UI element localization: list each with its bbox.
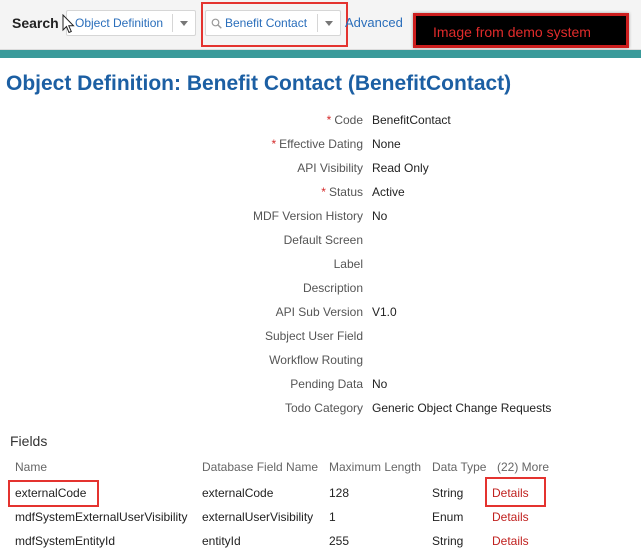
object-properties: * Code BenefitContact * Effective Dating None… xyxy=(0,108,641,420)
property-label-text: API Visibility xyxy=(297,161,363,175)
table-row: mdfSystemEntityId entityId 255 String Detail… xyxy=(0,530,641,554)
property-label: MDF Version History xyxy=(253,209,363,223)
field-name-cell: mdfSystemEntityId xyxy=(15,534,116,548)
property-value: No xyxy=(372,377,388,391)
property-row: MDF Version History No xyxy=(0,204,641,228)
property-label: * Code xyxy=(327,113,363,127)
property-label: Label xyxy=(334,257,363,271)
property-row: Description xyxy=(0,276,641,300)
max-length-cell: 128 xyxy=(329,486,350,500)
property-label: Default Screen xyxy=(284,233,363,247)
details-link[interactable]: Details xyxy=(492,510,529,524)
property-label: Subject User Field xyxy=(265,329,363,343)
object-type-select-value: Object Definition xyxy=(75,16,164,30)
property-value: No xyxy=(372,209,388,223)
max-length-cell: 255 xyxy=(329,534,350,548)
more-fields-link[interactable]: (22) More xyxy=(497,460,549,474)
property-value: BenefitContact xyxy=(372,113,451,127)
data-type-cell: Enum xyxy=(432,510,464,524)
advanced-search-link[interactable]: Advanced xyxy=(345,15,403,30)
max-length-cell: 1 xyxy=(329,510,336,524)
chevron-down-icon[interactable] xyxy=(180,21,188,26)
db-field-name-cell: externalCode xyxy=(202,486,274,500)
property-label-text: Code xyxy=(334,113,363,127)
property-label-text: Effective Dating xyxy=(279,137,363,151)
mouse-cursor-icon xyxy=(62,14,75,34)
column-header-name: Name xyxy=(15,460,48,474)
property-label: * Effective Dating xyxy=(272,137,364,151)
details-link[interactable]: Details xyxy=(492,534,529,548)
property-label-text: Pending Data xyxy=(290,377,363,391)
property-row: * Code BenefitContact xyxy=(0,108,641,132)
required-asterisk: * xyxy=(271,137,277,151)
property-row: Pending Data No xyxy=(0,372,641,396)
required-asterisk: * xyxy=(326,113,332,127)
property-label: Pending Data xyxy=(290,377,363,391)
property-label-text: API Sub Version xyxy=(275,305,363,319)
column-header-data-type: Data Type xyxy=(432,460,487,474)
property-value: None xyxy=(372,137,401,151)
data-type-cell: String xyxy=(432,534,464,548)
property-row: API Visibility Read Only xyxy=(0,156,641,180)
data-type-cell: String xyxy=(432,486,464,500)
column-header-maximum-length: Maximum Length xyxy=(329,460,422,474)
property-label-text: Todo Category xyxy=(284,401,363,415)
accent-bar xyxy=(0,50,641,58)
demo-system-banner: Image from demo system xyxy=(413,13,629,48)
page-title: Object Definition: Benefit Contact (Bene… xyxy=(6,72,512,95)
field-name-cell: mdfSystemExternalUserVisibility xyxy=(15,510,188,524)
property-row: * Effective Dating None xyxy=(0,132,641,156)
details-highlight-box xyxy=(485,477,546,507)
property-label: Todo Category xyxy=(285,401,363,415)
external-code-highlight-box xyxy=(8,480,99,507)
demo-system-banner-text: Image from demo system xyxy=(433,24,591,40)
property-label-text: Label xyxy=(333,257,363,271)
property-label: * Status xyxy=(321,185,363,199)
property-value: V1.0 xyxy=(372,305,397,319)
property-label-text: Default Screen xyxy=(283,233,363,247)
property-value: Read Only xyxy=(372,161,429,175)
search-bar: Search : Object Definition Benefit Conta… xyxy=(0,0,641,50)
property-label: Workflow Routing xyxy=(269,353,363,367)
column-header-database-field-name: Database Field Name xyxy=(202,460,319,474)
property-row: Subject User Field xyxy=(0,324,641,348)
search-highlight-box xyxy=(201,2,348,47)
property-row: Default Screen xyxy=(0,228,641,252)
property-row: API Sub Version V1.0 xyxy=(0,300,641,324)
property-row: Label xyxy=(0,252,641,276)
table-row: mdfSystemRecordIdrecordId255StringDetail… xyxy=(0,554,641,560)
property-label-text: Subject User Field xyxy=(264,329,363,343)
db-field-name-cell: entityId xyxy=(202,534,241,548)
fields-heading: Fields xyxy=(10,433,48,449)
table-row: mdfSystemExternalUserVisibility externalU… xyxy=(0,506,641,530)
property-label-text: MDF Version History xyxy=(252,209,363,223)
object-type-select[interactable]: Object Definition xyxy=(66,10,196,36)
required-asterisk: * xyxy=(321,185,326,199)
property-label-text: Description xyxy=(302,281,363,295)
property-value: Active xyxy=(372,185,405,199)
db-field-name-cell: externalUserVisibility xyxy=(202,510,314,524)
property-label-text: Workflow Routing xyxy=(269,353,363,367)
property-label: API Sub Version xyxy=(276,305,363,319)
property-label-text: Status xyxy=(328,185,363,199)
property-row: * Status Active xyxy=(0,180,641,204)
property-value: Generic Object Change Requests xyxy=(372,401,552,415)
property-label: API Visibility xyxy=(297,161,363,175)
search-label: Search : xyxy=(12,15,68,31)
property-row: Workflow Routing xyxy=(0,348,641,372)
fields-table: Name Database Field Name Maximum Length … xyxy=(0,458,641,560)
property-row: Todo Category Generic Object Change Reque… xyxy=(0,396,641,420)
select-divider xyxy=(172,14,173,32)
property-label: Description xyxy=(303,281,363,295)
